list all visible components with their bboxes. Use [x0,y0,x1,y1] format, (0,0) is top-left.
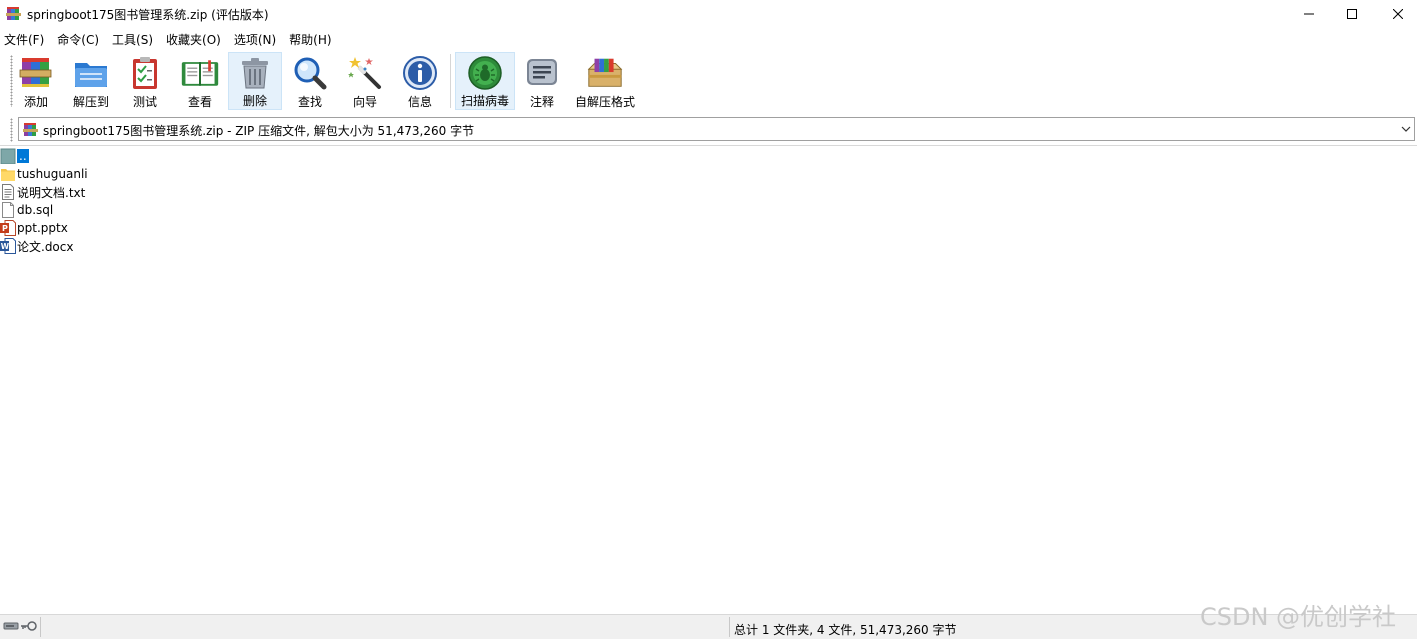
status-separator [729,617,730,637]
file-name: tushuguanli [17,167,88,181]
folder-icon [1,169,15,181]
generic-file-icon [2,202,14,218]
close-icon [1393,9,1403,19]
text-file-icon [2,184,14,200]
test-label: 测试 [132,95,157,109]
info-label: 信息 [407,95,432,109]
archive-path-text: springboot175图书管理系统.zip - ZIP 压缩文件, 解包大小… [43,124,475,138]
view-button[interactable]: 查看 [176,52,224,110]
toolbar-grip[interactable] [10,55,13,107]
winrar-app-icon [6,7,21,20]
wizard-icon [348,57,381,89]
sfx-icon [587,58,623,87]
list-item-parent[interactable]: .. [0,147,29,165]
sfx-button[interactable]: 自解压格式 [572,52,638,110]
drive-icon[interactable] [3,620,19,632]
virus-scan-label: 扫描病毒 [460,94,509,108]
test-icon [133,57,157,89]
zip-archive-icon [23,123,38,136]
comment-icon [527,59,557,85]
file-list[interactable]: .. tushuguanli 说明文档.txt db.sql P ppt.ppt… [0,146,1417,614]
toolbar-separator [450,54,451,108]
list-item-file[interactable]: 说明文档.txt [0,183,85,201]
file-name: ppt.pptx [17,221,68,235]
word-file-icon: W [0,238,16,254]
test-button[interactable]: 测试 [124,52,166,110]
list-item-file[interactable]: P ppt.pptx [0,219,68,237]
maximize-icon [1347,9,1357,19]
menu-help[interactable]: 帮助(H) [285,31,331,48]
menu-file[interactable]: 文件(F) [0,31,44,48]
delete-label: 删除 [242,94,267,108]
info-icon [403,56,437,90]
find-label: 查找 [297,95,322,109]
file-name: 论文.docx [17,239,74,254]
view-label: 查看 [187,95,212,109]
minimize-button[interactable] [1286,0,1332,28]
wizard-button[interactable]: 向导 [343,52,387,110]
close-button[interactable] [1375,0,1417,28]
key-icon[interactable] [20,620,38,632]
list-item-file[interactable]: W 论文.docx [0,237,73,255]
file-name: .. [17,149,29,163]
menu-options[interactable]: 选项(N) [230,31,276,48]
minimize-icon [1304,13,1314,15]
delete-icon [242,58,268,89]
watermark: CSDN @优创学社 [1200,603,1397,631]
view-icon [181,60,219,86]
status-separator [40,617,41,637]
menu-tools[interactable]: 工具(S) [108,31,153,48]
add-button[interactable]: 添加 [14,52,58,110]
delete-button[interactable]: 删除 [228,52,282,110]
virus-scan-button[interactable]: 扫描病毒 [455,52,515,110]
extract-to-label: 解压到 [72,95,109,109]
svg-text:P: P [2,224,8,233]
file-name: 说明文档.txt [17,185,86,200]
menu-bar: 文件(F) 命令(C) 工具(S) 收藏夹(O) 选项(N) 帮助(H) [0,29,1417,49]
menu-favorites[interactable]: 收藏夹(O) [162,31,221,48]
extract-to-icon [75,63,107,87]
find-button[interactable]: 查找 [288,52,332,110]
extract-to-button[interactable]: 解压到 [67,52,115,110]
parent-folder-icon [0,148,16,164]
powerpoint-file-icon: P [0,220,16,236]
sfx-label: 自解压格式 [574,95,635,109]
list-item-file[interactable]: db.sql [0,201,53,219]
menu-command[interactable]: 命令(C) [53,31,99,48]
comment-label: 注释 [529,95,554,109]
find-icon [294,57,327,90]
file-name: db.sql [17,203,54,217]
status-summary: 总计 1 文件夹, 4 文件, 51,473,260 字节 [734,623,957,637]
pathbar-grip[interactable] [10,118,13,142]
comment-button[interactable]: 注释 [522,52,562,110]
list-item-folder[interactable]: tushuguanli [0,165,88,183]
wizard-label: 向导 [352,95,377,109]
virus-scan-icon [468,56,502,90]
archive-path-combobox[interactable]: springboot175图书管理系统.zip - ZIP 压缩文件, 解包大小… [18,117,1415,141]
maximize-button[interactable] [1329,0,1375,28]
add-label: 添加 [23,95,48,109]
svg-text:W: W [1,242,10,251]
window-title: springboot175图书管理系统.zip (评估版本) [27,8,269,22]
info-button[interactable]: 信息 [398,52,442,110]
title-bar: springboot175图书管理系统.zip (评估版本) [0,0,1417,28]
add-archive-icon [19,58,52,87]
chevron-down-icon[interactable] [1400,122,1412,136]
